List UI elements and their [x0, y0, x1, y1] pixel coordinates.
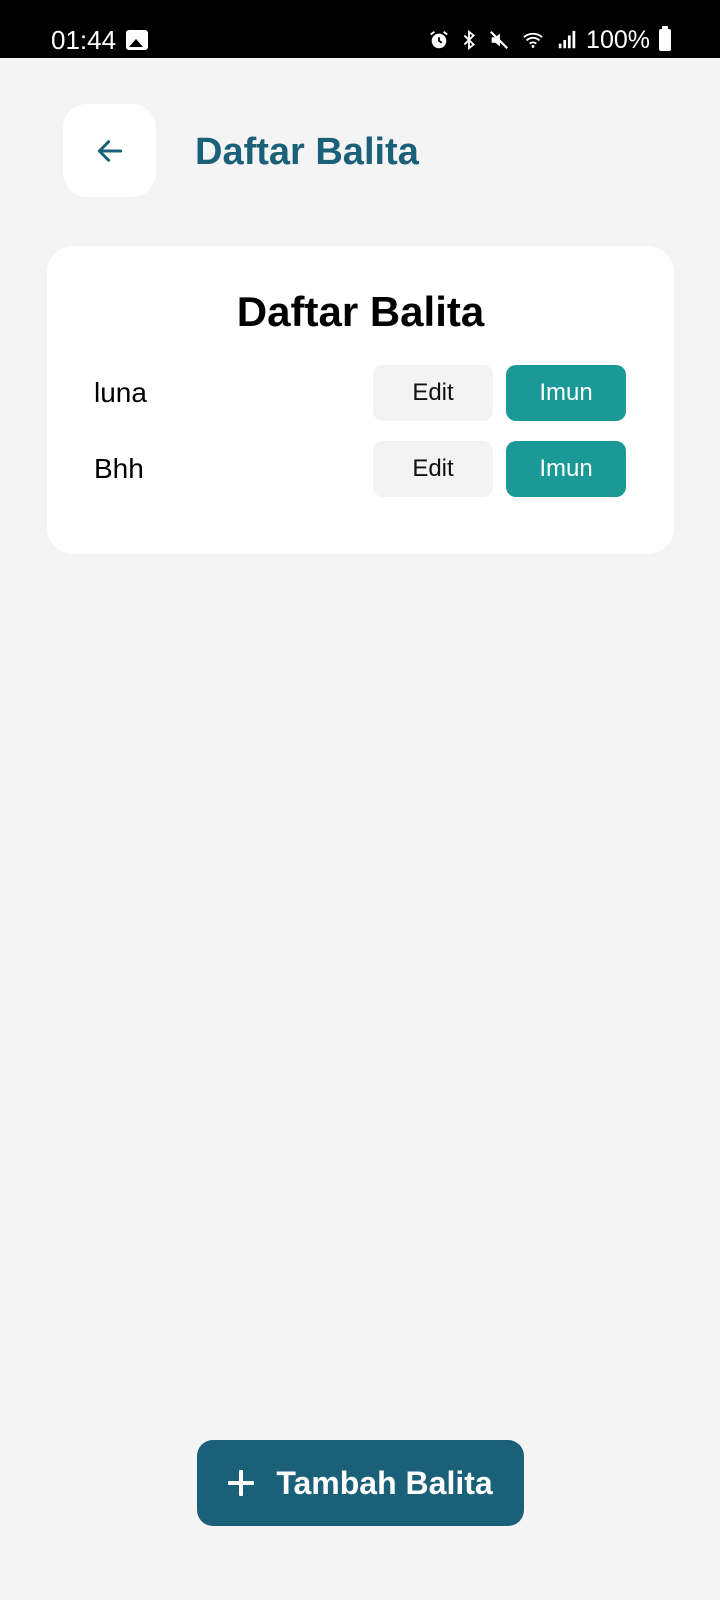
- list-item: luna Edit Imun: [47, 365, 674, 421]
- arrow-left-icon: [97, 139, 122, 162]
- status-time: 01:44: [51, 25, 117, 55]
- status-bar: 01:44 100%: [0, 0, 720, 58]
- plus-icon: [228, 1470, 255, 1496]
- signal-icon: [558, 30, 576, 49]
- imun-button[interactable]: Imun: [506, 365, 626, 421]
- balita-name: luna: [94, 377, 147, 408]
- balita-list-card: Daftar Balita luna Edit Imun Bhh Edit Im…: [47, 246, 674, 554]
- add-balita-label: Tambah Balita: [276, 1465, 493, 1501]
- imun-button[interactable]: Imun: [506, 441, 626, 497]
- alarm-icon: [430, 31, 448, 49]
- balita-name: Bhh: [94, 453, 144, 484]
- mute-icon: [489, 30, 509, 50]
- page-title: Daftar Balita: [195, 131, 419, 173]
- card-title: Daftar Balita: [236, 288, 485, 335]
- edit-button[interactable]: Edit: [373, 365, 493, 421]
- battery-icon: [659, 26, 671, 51]
- bluetooth-icon: [463, 29, 476, 51]
- add-balita-button[interactable]: Tambah Balita: [197, 1440, 524, 1526]
- back-button[interactable]: [63, 104, 156, 197]
- wifi-icon: [523, 32, 543, 48]
- edit-button[interactable]: Edit: [373, 441, 493, 497]
- gallery-icon: [126, 30, 148, 50]
- list-item: Bhh Edit Imun: [47, 441, 674, 497]
- battery-percent: 100%: [586, 26, 650, 54]
- status-icons: 100%: [428, 24, 671, 56]
